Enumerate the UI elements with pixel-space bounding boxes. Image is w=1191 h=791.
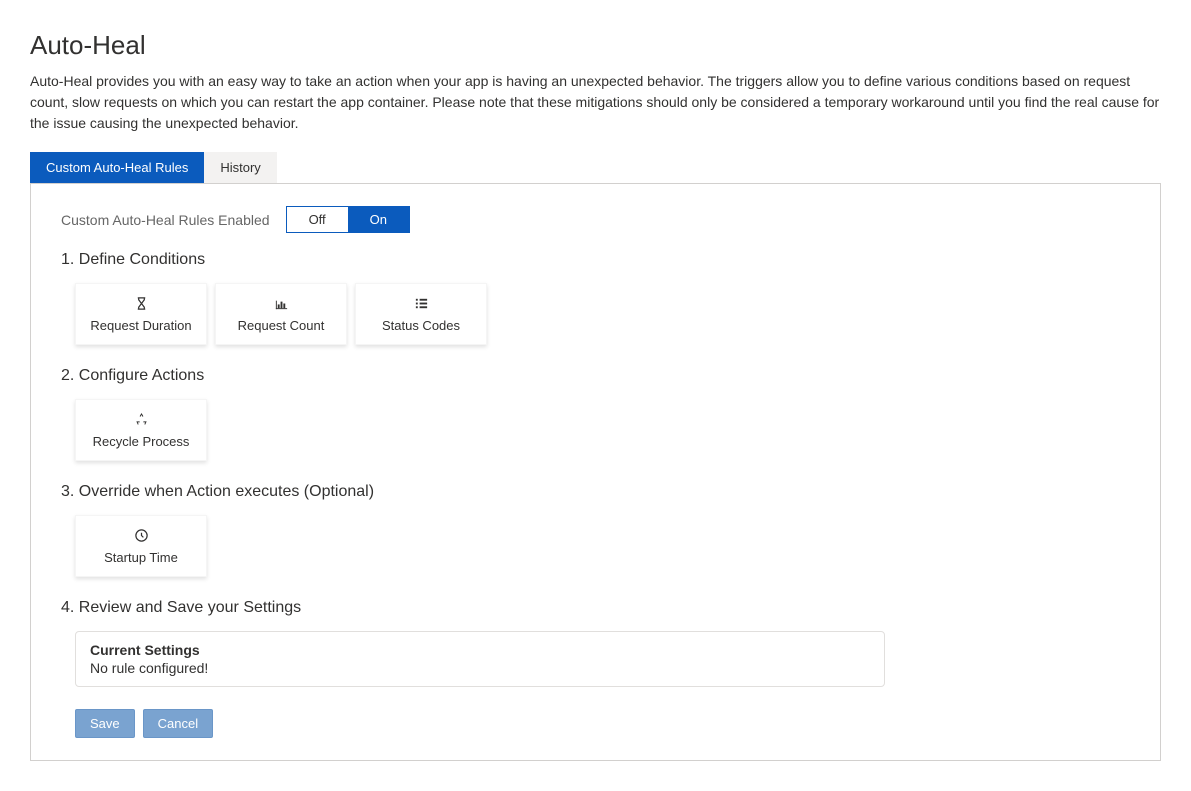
current-settings-box: Current Settings No rule configured! [75,631,885,687]
current-settings-title: Current Settings [90,642,870,658]
content-panel: Custom Auto-Heal Rules Enabled Off On 1.… [30,183,1161,761]
toggle-group: Off On [286,206,410,233]
section-1-tiles: Request Duration Request Count [75,283,1130,345]
section-2-heading: 2. Configure Actions [61,367,1130,385]
current-settings-message: No rule configured! [90,660,870,676]
tile-label: Startup Time [104,550,178,565]
toggle-label: Custom Auto-Heal Rules Enabled [61,212,270,228]
toggle-on[interactable]: On [348,207,409,232]
toggle-off[interactable]: Off [287,207,348,232]
section-1-heading: 1. Define Conditions [61,251,1130,269]
button-row: Save Cancel [75,709,1130,738]
cancel-button[interactable]: Cancel [143,709,213,738]
tabs-bar: Custom Auto-Heal Rules History [30,152,1161,183]
tile-recycle-process[interactable]: Recycle Process [75,399,207,461]
save-button[interactable]: Save [75,709,135,738]
list-icon [414,296,429,314]
section-2-tiles: Recycle Process [75,399,1130,461]
enabled-toggle-row: Custom Auto-Heal Rules Enabled Off On [61,206,1130,233]
section-4-heading: 4. Review and Save your Settings [61,599,1130,617]
tile-label: Status Codes [382,318,460,333]
tab-history[interactable]: History [204,152,276,183]
tab-custom-rules[interactable]: Custom Auto-Heal Rules [30,152,204,183]
tile-label: Recycle Process [93,434,190,449]
tile-label: Request Count [238,318,325,333]
page-description: Auto-Heal provides you with an easy way … [30,71,1160,134]
recycle-icon [134,412,149,430]
tile-request-count[interactable]: Request Count [215,283,347,345]
bar-chart-icon [274,296,289,314]
tile-startup-time[interactable]: Startup Time [75,515,207,577]
hourglass-icon [134,296,149,314]
section-3-tiles: Startup Time [75,515,1130,577]
clock-icon [134,528,149,546]
tile-request-duration[interactable]: Request Duration [75,283,207,345]
page-title: Auto-Heal [30,30,1161,61]
section-3-heading: 3. Override when Action executes (Option… [61,483,1130,501]
tile-label: Request Duration [90,318,191,333]
tile-status-codes[interactable]: Status Codes [355,283,487,345]
